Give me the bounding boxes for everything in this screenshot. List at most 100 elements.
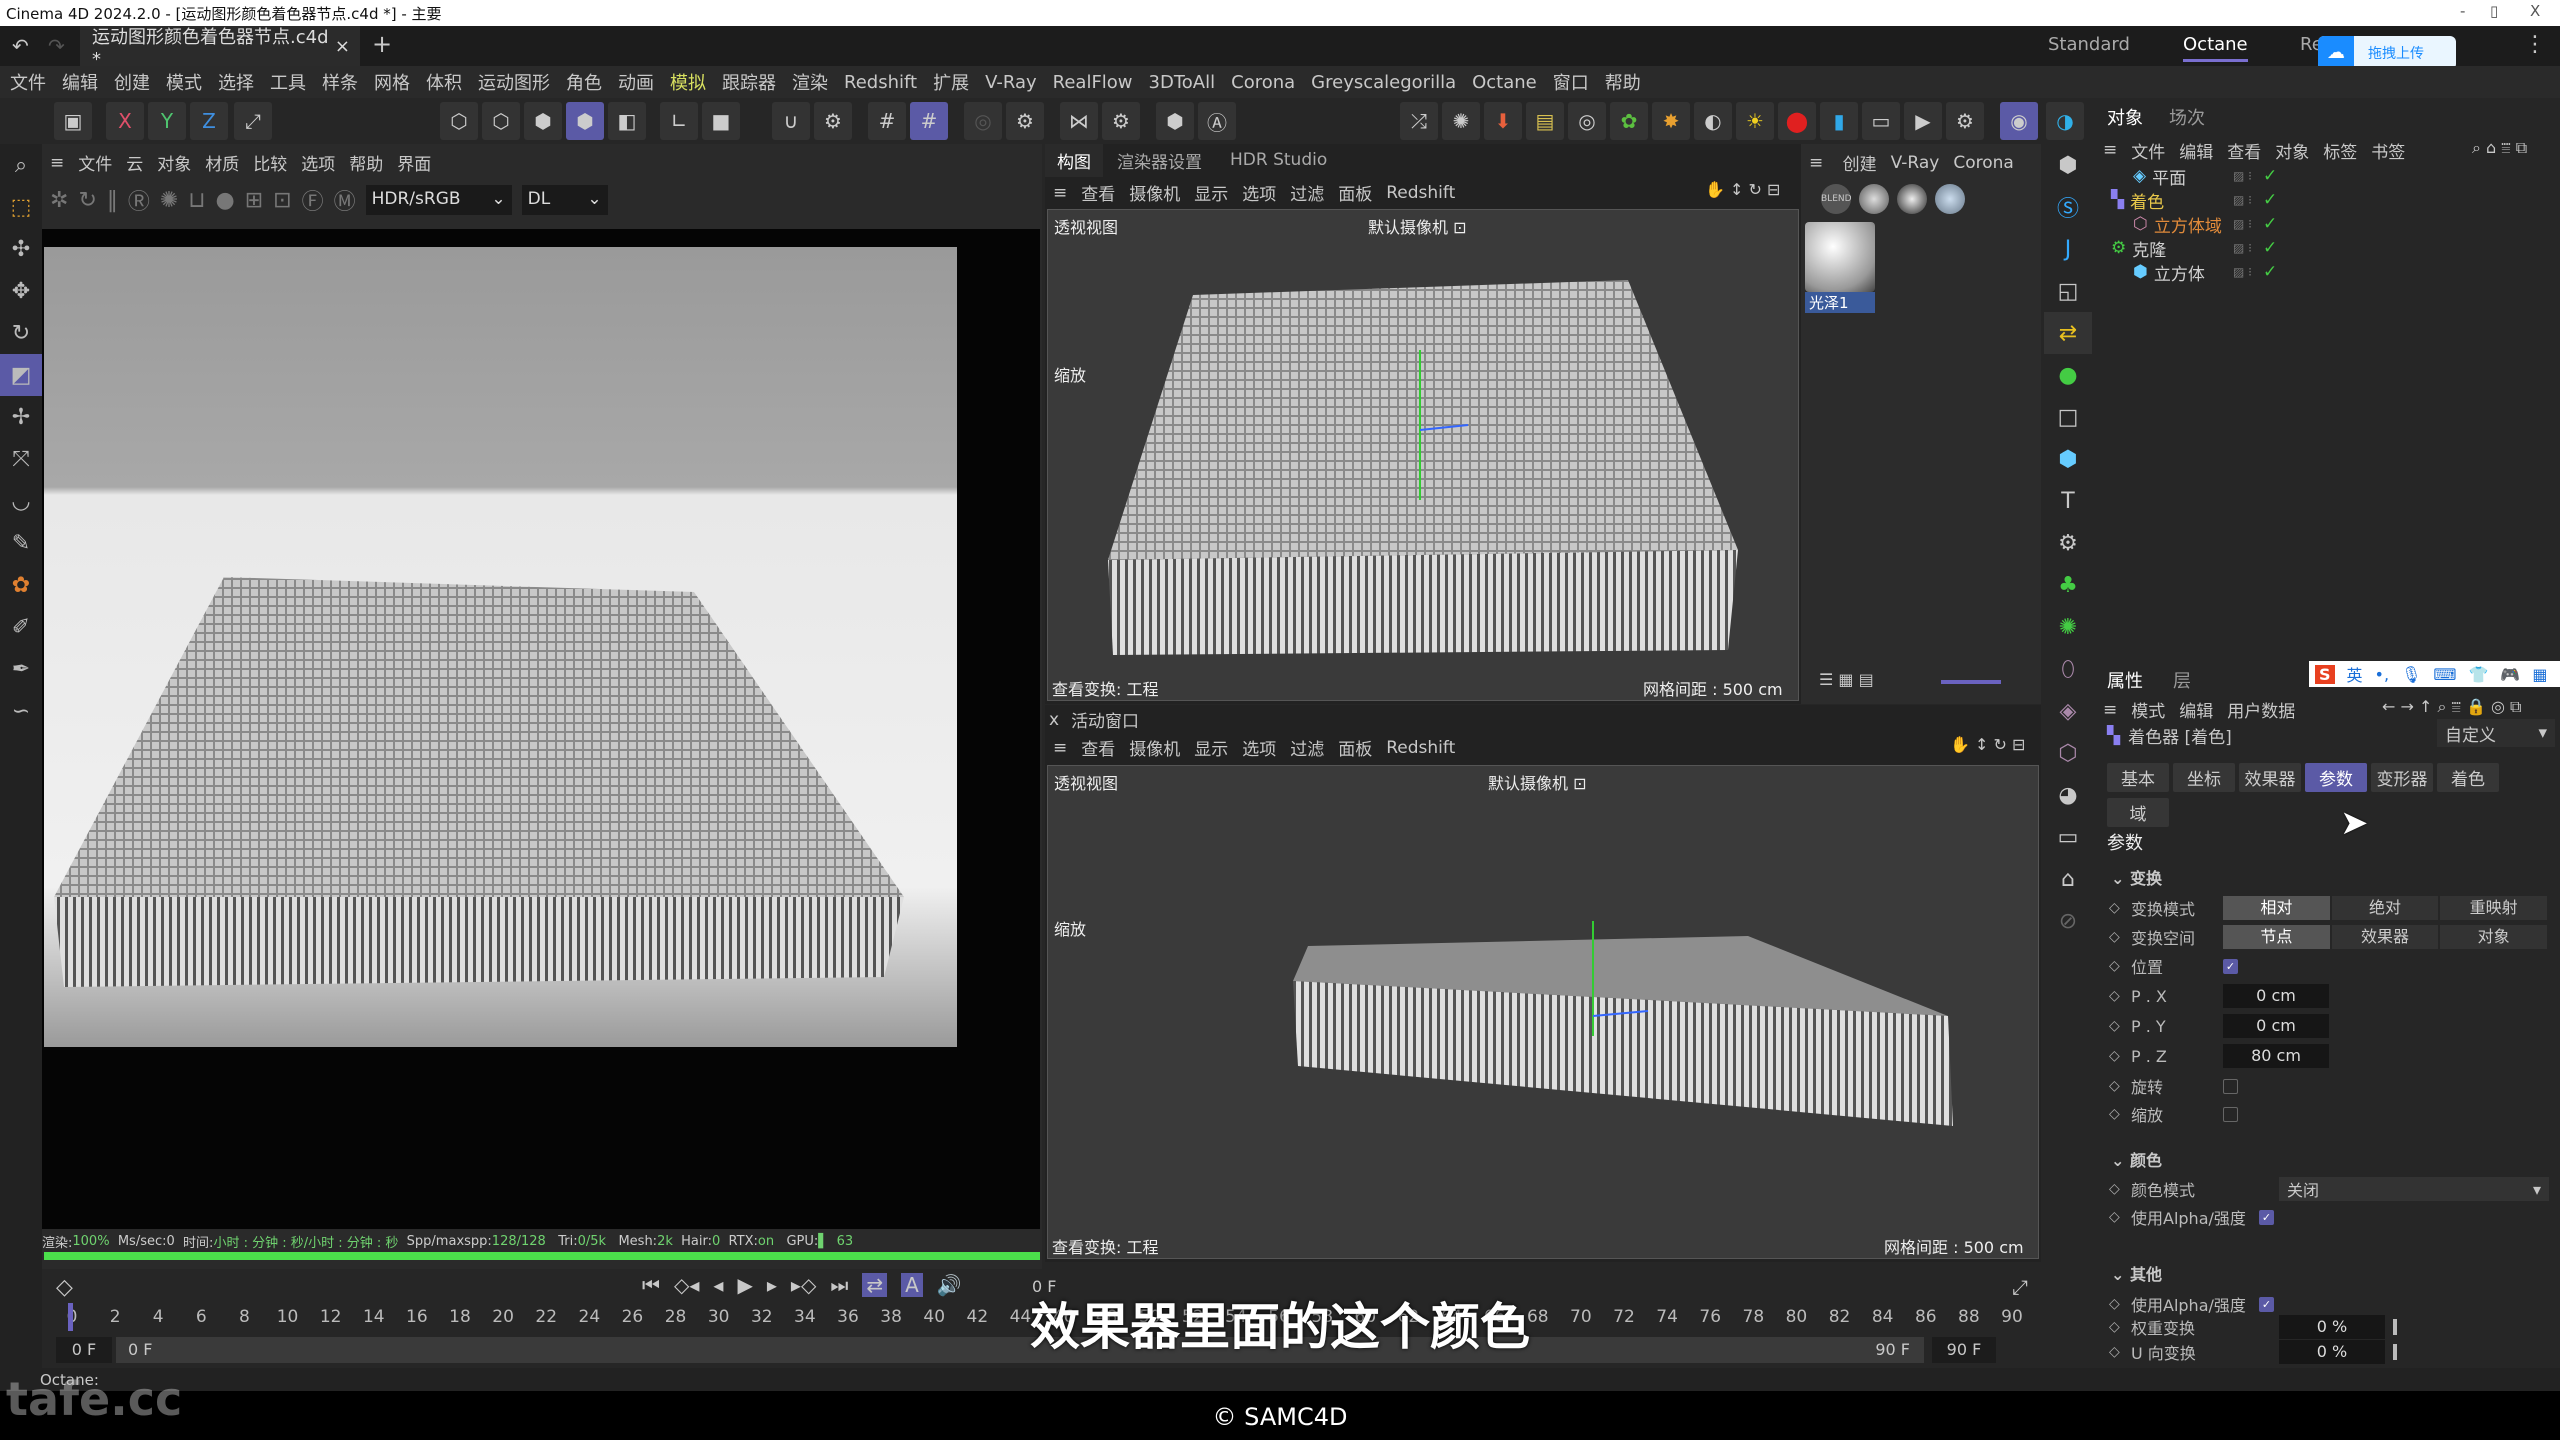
live-viewer-icon[interactable]: ◉	[2000, 102, 2038, 140]
menu-item[interactable]: 扩展	[933, 69, 969, 95]
subtab[interactable]: 基本	[2107, 763, 2169, 792]
shuffle-icon[interactable]: ⤮	[1400, 102, 1438, 140]
minimize-button[interactable]: -	[2460, 2, 2465, 20]
add-tab-icon[interactable]: +	[372, 30, 392, 58]
restart-icon[interactable]: ↻	[78, 188, 96, 213]
rotate-icon[interactable]: ↻	[0, 312, 42, 354]
edit-icon[interactable]: ⊘	[2044, 900, 2092, 942]
menu-item[interactable]: RealFlow	[1053, 72, 1133, 93]
snap-settings-icon[interactable]: ⚙	[814, 102, 852, 140]
material-menu-item[interactable]: Corona	[1953, 153, 2013, 173]
render-region-icon[interactable]: ◱	[2044, 270, 2092, 312]
menu-item[interactable]: 跟踪器	[722, 69, 776, 95]
maximize-button[interactable]: ▯	[2490, 2, 2498, 20]
enabled-check[interactable]: ✓	[2263, 214, 2277, 234]
focus-pin-icon[interactable]: Ⓕ	[302, 184, 324, 216]
import-icon[interactable]: ⬇	[1484, 102, 1522, 140]
tab-takes[interactable]: 场次	[2169, 104, 2205, 130]
group-other[interactable]: ⌄ 其他	[2111, 1261, 2162, 1285]
object-list-icon[interactable]: ▣	[54, 102, 92, 140]
camera-object-icon[interactable]: ▭	[2044, 816, 2092, 858]
menu-item[interactable]: 编辑	[2179, 138, 2213, 163]
viewport-bottom[interactable]: 透视视图 默认摄像机 ⊡ 缩放 查看变换: 工程 网格间距 : 500 cm	[1047, 765, 2039, 1259]
x-axis-toggle[interactable]: X	[106, 102, 144, 140]
menu-item[interactable]: 编辑	[2179, 697, 2213, 722]
material-item[interactable]: 光泽1	[1805, 222, 1875, 313]
menu-item[interactable]: 材质	[205, 150, 239, 175]
paint-icon[interactable]: ✿	[0, 564, 42, 606]
sphere-icon[interactable]: ●	[216, 188, 235, 213]
menu-item[interactable]: 选项	[1242, 180, 1276, 205]
deformer-icon[interactable]: ⬯	[2044, 648, 2092, 690]
layout-octane[interactable]: Octane	[2183, 34, 2248, 62]
tab-layers[interactable]: 层	[2173, 667, 2191, 693]
axis-mode-icon[interactable]: ∟	[660, 102, 698, 140]
primitive-cube-icon[interactable]: ⬢	[2044, 438, 2092, 480]
group-color[interactable]: ⌄ 颜色	[2111, 1147, 2162, 1171]
close-button[interactable]: X	[2530, 2, 2540, 20]
mode-absolute[interactable]: 绝对	[2331, 896, 2439, 920]
mode-relative[interactable]: 相对	[2223, 896, 2330, 920]
menu-item[interactable]: 查看	[1081, 735, 1115, 760]
enabled-check[interactable]: ✓	[2263, 166, 2277, 186]
menu-item[interactable]: 帮助	[1605, 69, 1641, 95]
blend-material-icon[interactable]: BLEND	[1821, 184, 1852, 214]
scale-checkbox[interactable]	[2223, 1106, 2238, 1122]
color-mode-select[interactable]: 关闭 ▾	[2279, 1177, 2549, 1201]
camera-label[interactable]: 默认摄像机 ⊡	[1368, 214, 1467, 238]
z-axis-toggle[interactable]: Z	[190, 102, 228, 140]
ime-punct-icon[interactable]: •,	[2375, 665, 2390, 684]
object-row[interactable]: ⬡ 立方体域 ▨ ⁝ ✓	[2097, 212, 2560, 237]
tab-hdr-studio[interactable]: HDR Studio	[1216, 146, 1341, 174]
px-field[interactable]: 0 cm	[2223, 984, 2329, 1008]
hamburger-icon[interactable]: ≡	[50, 153, 64, 173]
settings-icon[interactable]: ✺	[160, 188, 178, 213]
menu-item[interactable]: Redshift	[1386, 738, 1455, 758]
menu-item[interactable]: 3DToAll	[1149, 72, 1216, 93]
particles-icon[interactable]: ✸	[1652, 102, 1690, 140]
material-menu-item[interactable]: V-Ray	[1891, 153, 1940, 173]
space-effector[interactable]: 效果器	[2331, 925, 2439, 949]
undo-icon[interactable]: ↶	[12, 34, 29, 58]
pause-icon[interactable]: ‖	[107, 188, 118, 213]
hamburger-icon[interactable]: ≡	[2103, 700, 2117, 720]
menu-item[interactable]: 样条	[322, 69, 358, 95]
close-panel-icon[interactable]: x	[1049, 710, 1059, 730]
menu-item[interactable]: 帮助	[349, 150, 383, 175]
mode-remap[interactable]: 重映射	[2440, 896, 2548, 920]
menu-item[interactable]: 模式	[166, 69, 202, 95]
enabled-check[interactable]: ✓	[2263, 190, 2277, 210]
redo-icon[interactable]: ↷	[48, 34, 65, 58]
text-icon[interactable]: T	[2044, 480, 2092, 522]
menu-item[interactable]: 创建	[114, 69, 150, 95]
sculpt-icon[interactable]: ✐	[0, 606, 42, 648]
position-checkbox[interactable]: ✓	[2223, 958, 2238, 974]
edges-mode-icon[interactable]: ⬡	[482, 102, 520, 140]
tab-objects[interactable]: 对象	[2107, 104, 2143, 130]
texture-mode-icon[interactable]: ◧	[608, 102, 646, 140]
hamburger-icon[interactable]: ≡	[1053, 738, 1067, 758]
subtab[interactable]: 域	[2107, 798, 2169, 827]
menu-item[interactable]: 对象	[2275, 138, 2309, 163]
menu-item[interactable]: 编辑	[62, 69, 98, 95]
visibility-toggle[interactable]: ▨ ⁝	[2233, 217, 2252, 231]
menu-item[interactable]: Greyscalegorilla	[1311, 72, 1456, 93]
box-icon[interactable]: ⊡	[273, 188, 291, 213]
visibility-toggle[interactable]: ▨ ⁝	[2233, 193, 2252, 207]
model-mode-icon[interactable]: ⬢	[566, 102, 604, 140]
kernel-select[interactable]: DL ⌄	[521, 185, 608, 215]
octane-live-icon[interactable]: ◑	[2046, 102, 2084, 140]
menu-item[interactable]: 过滤	[1290, 180, 1324, 205]
magnet-icon[interactable]: ∽	[0, 690, 42, 732]
hamburger-icon[interactable]: ≡	[1809, 153, 1829, 173]
search-icon[interactable]: ⌕	[0, 144, 42, 186]
subtab[interactable]: 着色	[2437, 763, 2499, 792]
lock-icon[interactable]: ◎	[964, 102, 1002, 140]
menu-item[interactable]: 显示	[1194, 735, 1228, 760]
render-settings-icon[interactable]: ⚙	[1006, 102, 1044, 140]
y-axis-toggle[interactable]: Y	[148, 102, 186, 140]
metal-material-icon[interactable]	[1897, 184, 1927, 214]
menu-item[interactable]: 文件	[2131, 138, 2165, 163]
enabled-check[interactable]: ✓	[2263, 262, 2277, 282]
group-transform[interactable]: ⌄ 变换	[2111, 865, 2162, 889]
